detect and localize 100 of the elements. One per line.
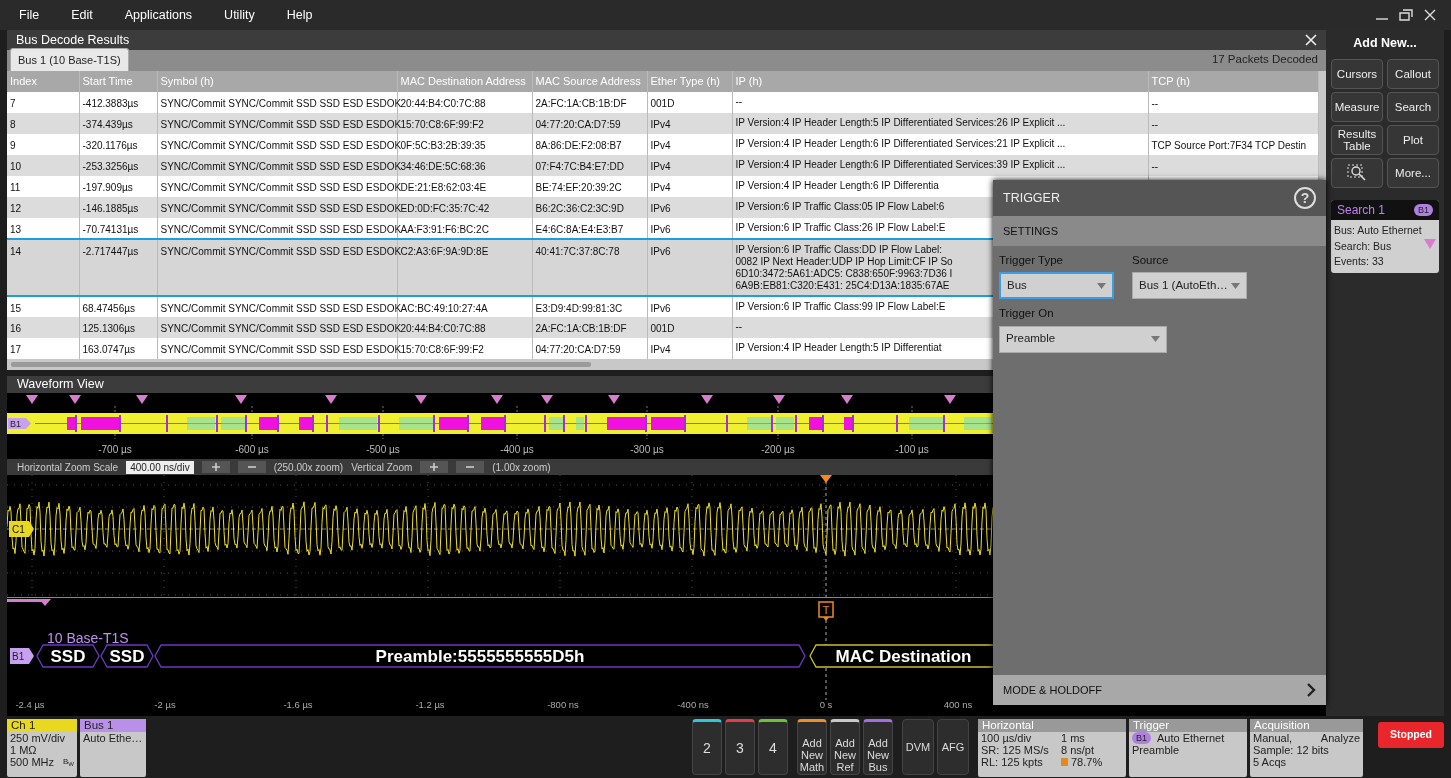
table-cell: 8A:86:DE:F2:08:B7 (532, 134, 647, 155)
add-new-button[interactable]: Search (1387, 91, 1439, 122)
table-cell: 8 (7, 113, 79, 134)
bus-badge: B1 (1414, 203, 1433, 216)
table-cell: IPv6 (647, 197, 732, 218)
table-cell: 2A:FC:1A:CB:1B:DF (532, 92, 647, 113)
add-new-button[interactable]: Add New Ref (830, 719, 860, 775)
search-marker (608, 395, 620, 404)
tool-button[interactable]: AFG (937, 719, 969, 775)
restore-icon[interactable] (1397, 8, 1415, 22)
bandwidth-limit-label: B$_{W}$ (63, 756, 74, 768)
channel-button[interactable]: 3 (725, 719, 755, 775)
section-title: SETTINGS (1003, 223, 1058, 239)
menu-item[interactable]: Edit (55, 5, 109, 25)
menu-item[interactable]: Help (270, 5, 329, 25)
bus-badge: B1 (8, 418, 31, 429)
table-cell: TCP Source Port:7F34 TCP Destin (1148, 134, 1318, 155)
channel-button[interactable]: 4 (758, 719, 788, 775)
table-cell: IP Version:4 IP Header Length:6 IP Differentiated Services:21 IP Explicit ... (735, 138, 1066, 150)
add-new-button[interactable]: Plot (1387, 124, 1439, 155)
scrollbar[interactable] (11, 362, 591, 367)
table-cell: 125.1306µs (79, 317, 157, 338)
tool-button[interactable]: DVM (902, 719, 934, 775)
menu-item[interactable]: File (3, 5, 56, 25)
table-cell: 0082 IP Next Header:UDP IP Hop Limit:CF IP So (735, 256, 953, 268)
axis-label: -400 ns (677, 699, 709, 710)
dropdown[interactable]: Preamble (999, 325, 1167, 353)
decode-segment: SSD (100, 644, 154, 668)
run-stop-button[interactable]: Stopped (1378, 722, 1444, 748)
table-cell: 001D (647, 92, 732, 113)
axis-label: 0 s (819, 699, 833, 710)
add-new-button[interactable]: Callout (1387, 58, 1439, 89)
bus-card[interactable]: Bus 1 Auto Ethe… (80, 719, 146, 777)
zoom-out-button[interactable] (237, 461, 266, 473)
menu-item[interactable]: Utility (208, 5, 271, 25)
table-cell: 07:F4:7C:B4:E7:DD (532, 155, 647, 176)
zoom-scale-field[interactable]: 400.00 ns/div (126, 460, 194, 474)
add-new-button[interactable]: Add New Math (797, 719, 827, 775)
zoom-box-icon (1346, 162, 1368, 183)
bus-name-label: 10 Base-T1S (47, 630, 129, 646)
field-label: Trigger Type (999, 253, 1064, 268)
dropdown[interactable]: Bus 1 (AutoEth… (1132, 272, 1247, 300)
close-icon[interactable] (1305, 34, 1317, 46)
axis-label: 400 ns (943, 699, 973, 710)
table-cell: -2.717447µs (79, 239, 157, 296)
record-length-icon (1061, 758, 1068, 766)
add-new-button[interactable]: Cursors (1331, 58, 1383, 89)
table-cell: -374.439µs (79, 113, 157, 134)
zoom-factor: (1.00x zoom) (492, 460, 551, 475)
table-cell: 2A:FC:1A:CB:1B:DF (532, 317, 647, 338)
zoom-in-button[interactable] (420, 461, 449, 473)
mode-holdoff-button[interactable]: MODE & HOLDOFF (993, 675, 1326, 705)
table-cell: IPv4 (647, 176, 732, 197)
trigger-card[interactable]: Trigger B1 Auto Ethernet Preamble (1129, 719, 1247, 777)
axis-label: -300 µs (630, 444, 664, 455)
acquisition-setting: Manual, (1253, 732, 1293, 744)
horizontal-setting: 78.7% (1071, 756, 1103, 768)
search-marker (69, 395, 81, 404)
horizontal-setting: 1 ms (1061, 732, 1085, 744)
add-new-button[interactable]: Add New Bus (863, 719, 893, 775)
search-marker (325, 395, 337, 404)
add-new-button[interactable]: Results Table (1331, 124, 1383, 155)
add-new-button[interactable]: More... (1387, 157, 1439, 188)
menu-item[interactable]: Applications (108, 5, 209, 25)
dropdown[interactable]: Bus (999, 272, 1114, 300)
card-title: Trigger (1129, 719, 1247, 732)
table-cell: 6D10:3472:5A61:ADC5: C838:650F:9963:7D36 I (735, 268, 953, 280)
table-cell: IP Version:6 IP Traffic Class:DD IP Flow Label: (735, 244, 943, 256)
table-cell: 40:41:7C:37:8C:78 (532, 239, 647, 296)
table-cell: 001D (647, 317, 732, 338)
search-marker-icon (1424, 238, 1436, 249)
acquisition-setting: Sample: 12 bits (1253, 744, 1329, 756)
table-cell: IPv4 (647, 134, 732, 155)
axis-label: -1.2 µs (415, 699, 445, 710)
table-cell: -- (1148, 113, 1318, 134)
zoom-box-button[interactable] (1331, 157, 1383, 188)
horizontal-setting: SR: 125 MS/s (981, 744, 1049, 756)
table-cell: -253.3256µs (79, 155, 157, 176)
zoom-out-button[interactable] (456, 461, 485, 473)
horizontal-card[interactable]: Horizontal 100 µs/div 1 ms SR: 125 MS/s 8 ns/pt RL: 125 kpts 78.7% (978, 719, 1126, 777)
channel-button[interactable]: 2 (692, 719, 722, 775)
axis-label: -800 ns (547, 699, 579, 710)
search-card[interactable]: Search 1 B1 Bus: Auto Ethernet Search: Bus Events: 33 (1331, 199, 1439, 273)
search-title: Search 1 (1337, 201, 1386, 219)
zoom-in-button[interactable] (201, 461, 230, 473)
channel-card[interactable]: Ch 1 250 mV/div 1 MΩ 500 MHz B$_{W}$ (7, 719, 77, 777)
table-cell: 10 (7, 155, 79, 176)
search-marker (841, 395, 853, 404)
help-button[interactable]: ? (1294, 187, 1316, 209)
table-cell: IPv4 (647, 155, 732, 176)
table-cell: -197.909µs (79, 176, 157, 197)
acquisition-card[interactable]: Acquisition Manual, Analyze Sample: 12 bits 5 Acqs (1250, 719, 1363, 777)
search-marker (944, 395, 956, 404)
search-marker (136, 395, 148, 404)
channel-setting: 250 mV/div (9, 732, 67, 744)
caret-icon (1231, 282, 1240, 289)
trigger-setting: Preamble (1131, 744, 1181, 756)
decode-tab[interactable]: Bus 1 (10 Base-T1S) (10, 47, 129, 71)
add-new-button[interactable]: Measure (1331, 91, 1383, 122)
table-cell: -- (1148, 155, 1318, 176)
